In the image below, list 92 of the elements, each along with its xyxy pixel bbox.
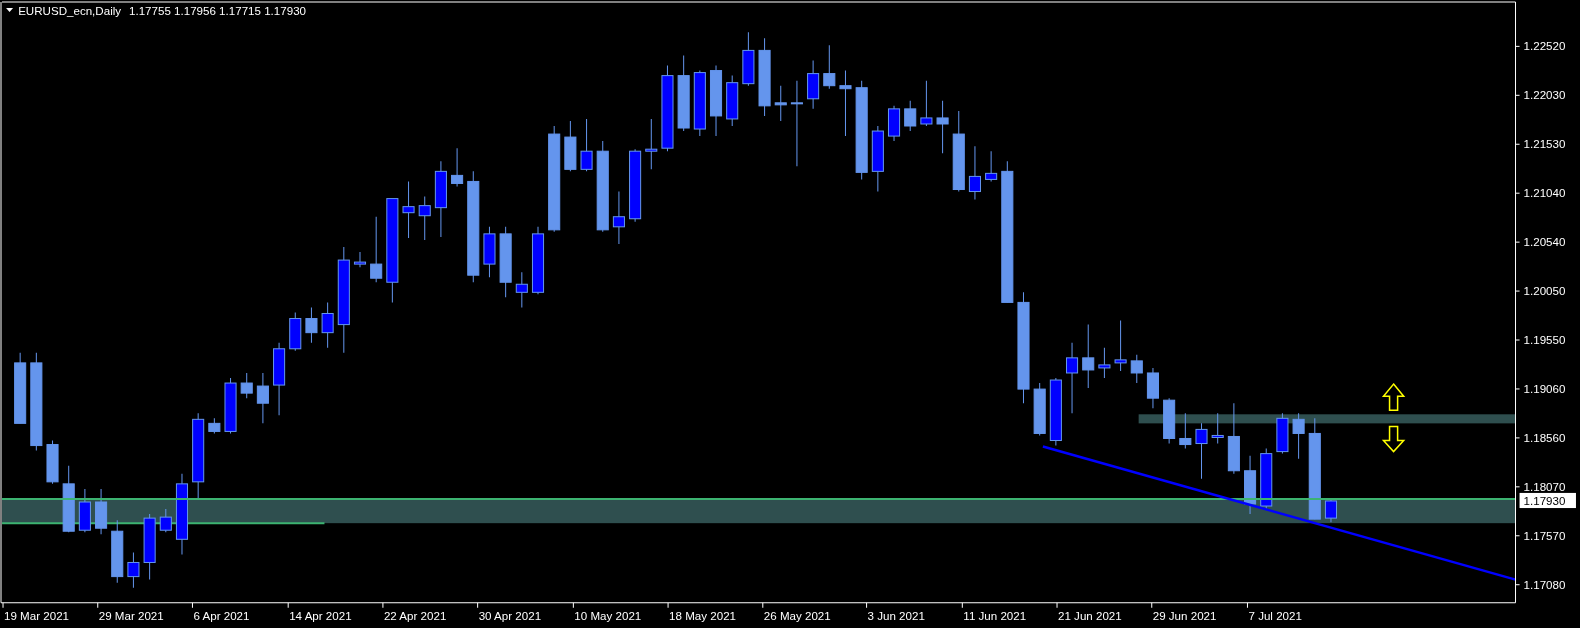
date-label: 18 May 2021: [669, 609, 736, 622]
candlestick: [839, 70, 852, 137]
price-label: 1.21530: [1523, 138, 1566, 151]
candlestick: [418, 196, 431, 241]
candlestick: [1163, 397, 1176, 445]
candlestick: [1244, 455, 1257, 515]
candlestick: [499, 226, 512, 298]
price-label: 1.20540: [1523, 236, 1566, 249]
candlestick: [1324, 499, 1337, 523]
candlestick: [353, 251, 367, 268]
candlestick: [823, 44, 836, 90]
candlestick: [1276, 412, 1289, 455]
candlestick: [1179, 412, 1192, 450]
price-label: 1.19060: [1523, 383, 1566, 395]
candlestick: [1195, 422, 1208, 480]
date-label: 11 Jun 2021: [963, 609, 1027, 622]
candlestick: [143, 513, 156, 581]
price-label: 1.19550: [1523, 334, 1566, 347]
candlestick: [1098, 347, 1111, 379]
candlestick: [774, 85, 787, 122]
down-arrow-icon: [1381, 425, 1406, 453]
candlestick: [256, 372, 269, 424]
candlestick: [289, 312, 302, 352]
candlestick: [871, 125, 884, 193]
candlestick: [62, 465, 75, 533]
price-label: 1.21040: [1523, 187, 1566, 200]
candlestick: [240, 372, 253, 399]
candlestick: [726, 75, 739, 127]
candlestick: [1146, 367, 1159, 409]
date-label: 26 May 2021: [763, 609, 831, 622]
candlestick: [531, 226, 545, 295]
candlestick: [370, 216, 383, 283]
candlestick: [920, 80, 933, 127]
date-label: 22 Apr 2021: [383, 609, 447, 622]
date-label: 29 Jun 2021: [1152, 609, 1217, 622]
candlestick: [208, 417, 221, 434]
chart-symbol: EURUSD_ecn,Daily: [18, 5, 122, 18]
date-label: 6 Apr 2021: [193, 609, 250, 622]
candlestick: [1066, 342, 1079, 414]
candlestick: [807, 59, 820, 110]
candlestick: [1130, 354, 1143, 384]
candlestick: [483, 226, 496, 278]
candlestick: [95, 488, 108, 535]
candlestick: [985, 150, 998, 182]
candlestick: [1049, 377, 1062, 447]
candlestick: [1211, 412, 1224, 445]
candlestick: [709, 65, 723, 137]
price-label: 1.17080: [1523, 578, 1566, 591]
candlestick: [46, 440, 59, 485]
candlestick: [402, 180, 415, 239]
price-label: 1.18560: [1523, 431, 1566, 444]
candlestick: [127, 551, 140, 589]
candlestick: [224, 377, 237, 434]
candlestick: [612, 191, 625, 245]
candlestick: [14, 352, 27, 424]
candlestick: [968, 145, 981, 201]
up-arrow-icon: [1381, 382, 1406, 412]
date-label: 14 Apr 2021: [289, 609, 352, 622]
date-label: 10 May 2021: [574, 609, 642, 622]
candlestick: [78, 488, 91, 533]
price-label: 1.20050: [1523, 285, 1566, 298]
candlestick: [1260, 448, 1273, 510]
candlestick: [305, 306, 318, 344]
price-label: 1.17570: [1523, 529, 1566, 542]
candlestick: [1033, 382, 1046, 436]
date-label: 30 Apr 2021: [478, 609, 542, 622]
candlestick: [580, 118, 593, 172]
date-label: 7 Jul 2021: [1248, 609, 1302, 622]
price-label: 1.22520: [1523, 40, 1566, 53]
candlestick: [159, 508, 172, 533]
candlestick: [693, 70, 706, 137]
candlestick: [936, 100, 949, 154]
candlestick: [564, 120, 577, 172]
candlestick: [904, 100, 917, 132]
price-label: 1.18070: [1523, 480, 1566, 493]
date-label: 19 Mar 2021: [4, 609, 70, 622]
price-label: 1.22030: [1523, 89, 1566, 102]
candlestick: [1292, 412, 1305, 460]
date-label: 21 Jun 2021: [1058, 609, 1122, 622]
candlestick: [645, 118, 658, 170]
candlestick: [742, 31, 755, 87]
date-label: 29 Mar 2021: [98, 609, 164, 622]
candlestick: [451, 147, 464, 187]
candlestick: [515, 271, 528, 308]
candlestick: [888, 105, 901, 142]
candlestick: [1114, 320, 1127, 372]
candlestick: [1082, 324, 1095, 389]
date-label: 3 Jun 2021: [867, 609, 925, 622]
candlestick: [111, 519, 124, 584]
dropdown-triangle-icon: [6, 8, 14, 13]
ohlc-values: 1.17755 1.17956 1.17715 1.17930: [129, 5, 306, 18]
candlestick: [321, 301, 334, 349]
